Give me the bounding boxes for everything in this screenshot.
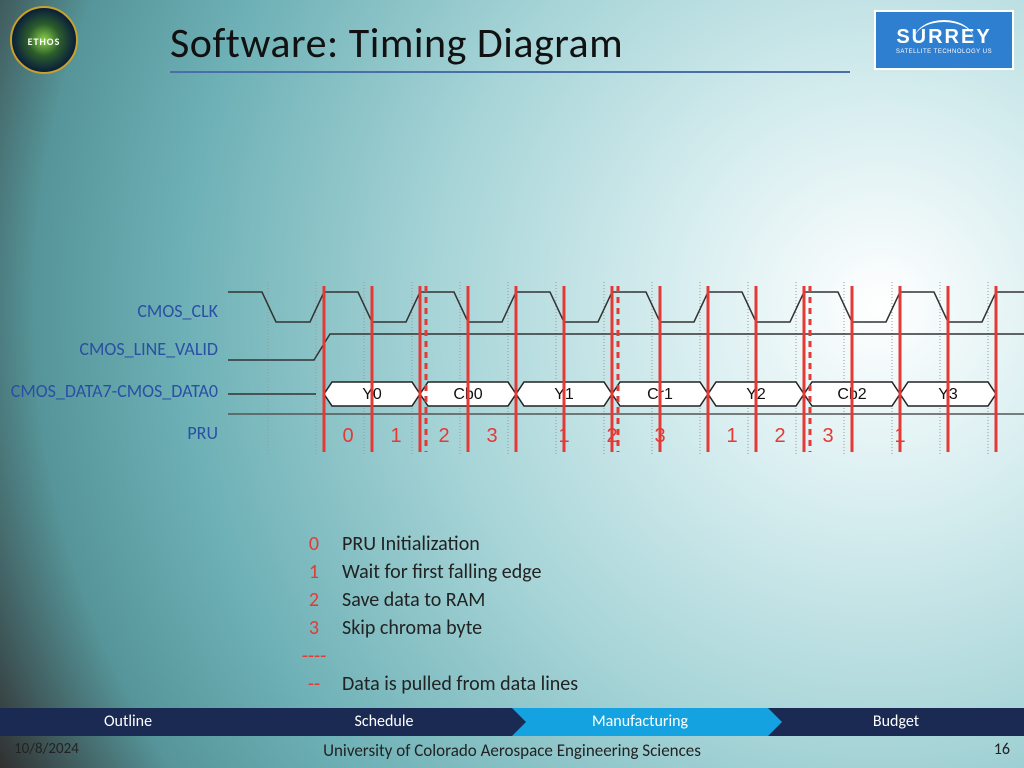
legend-text: Save data to RAM	[342, 588, 485, 612]
legend-row: 3 Skip chroma byte	[300, 614, 578, 642]
nav-item-budget[interactable]: Budget	[768, 708, 1024, 736]
signal-label-clk: CMOS_CLK	[137, 300, 218, 322]
legend-text: Skip chroma byte	[342, 616, 482, 640]
nav-item-label: Schedule	[355, 712, 414, 731]
nav-item-outline[interactable]: Outline	[0, 708, 256, 736]
legend-row: ------ Data is pulled from data lines	[300, 642, 578, 698]
nav-item-label: Outline	[104, 712, 152, 731]
legend-row: 1 Wait for first falling edge	[300, 558, 578, 586]
svg-text:1: 1	[726, 425, 737, 447]
svg-text:0: 0	[342, 425, 353, 447]
slide: ETHOS SURREY SATELLITE TECHNOLOGY US Sof…	[0, 0, 1024, 768]
signal-label-pru: PRU	[187, 422, 218, 444]
svg-text:1: 1	[558, 425, 569, 447]
legend-key: 3	[300, 614, 328, 642]
nav-item-schedule[interactable]: Schedule	[256, 708, 512, 736]
nav-item-label: Budget	[873, 712, 919, 731]
waveform-area: Y0Cb0Y1Cr1Y2Cb2Y301231231231	[228, 282, 1024, 462]
surrey-logo-text: SURREY	[876, 12, 1012, 49]
page-title: Software: Timing Diagram	[170, 18, 850, 73]
legend-row: 2 Save data to RAM	[300, 586, 578, 614]
surrey-logo-subtext: SATELLITE TECHNOLOGY US	[876, 49, 1012, 55]
nav-item-manufacturing[interactable]: Manufacturing	[512, 708, 768, 736]
legend-text: PRU Initialization	[342, 532, 480, 556]
legend-key: 1	[300, 558, 328, 586]
legend-text: Wait for first falling edge	[342, 560, 541, 584]
signal-label-data: CMOS_DATA7-CMOS_DATA0	[11, 380, 218, 402]
svg-text:2: 2	[606, 425, 617, 447]
waveform-svg: Y0Cb0Y1Cr1Y2Cb2Y301231231231	[228, 282, 1024, 462]
ethos-logo: ETHOS	[10, 6, 78, 74]
svg-text:3: 3	[654, 425, 665, 447]
signal-label-line: CMOS_LINE_VALID	[79, 338, 218, 360]
svg-text:2: 2	[774, 425, 785, 447]
svg-text:3: 3	[822, 425, 833, 447]
surrey-logo: SURREY SATELLITE TECHNOLOGY US	[874, 10, 1014, 70]
svg-text:3: 3	[486, 425, 497, 447]
svg-text:2: 2	[438, 425, 449, 447]
footer-center: University of Colorado Aerospace Enginee…	[0, 740, 1024, 761]
nav-bar: Outline Schedule Manufacturing Budget	[0, 708, 1024, 736]
legend-key: 2	[300, 586, 328, 614]
legend-dash-icon: ------	[300, 642, 328, 698]
timing-diagram: CMOS_CLK CMOS_LINE_VALID CMOS_DATA7-CMOS…	[0, 282, 1024, 462]
legend-key: 0	[300, 530, 328, 558]
footer-page: 16	[994, 740, 1010, 759]
svg-text:1: 1	[894, 425, 905, 447]
legend-row: 0 PRU Initialization	[300, 530, 578, 558]
svg-text:1: 1	[390, 425, 401, 447]
legend: 0 PRU Initialization 1 Wait for first fall…	[300, 530, 578, 698]
legend-text: Data is pulled from data lines	[342, 672, 578, 696]
nav-item-label: Manufacturing	[592, 712, 688, 731]
